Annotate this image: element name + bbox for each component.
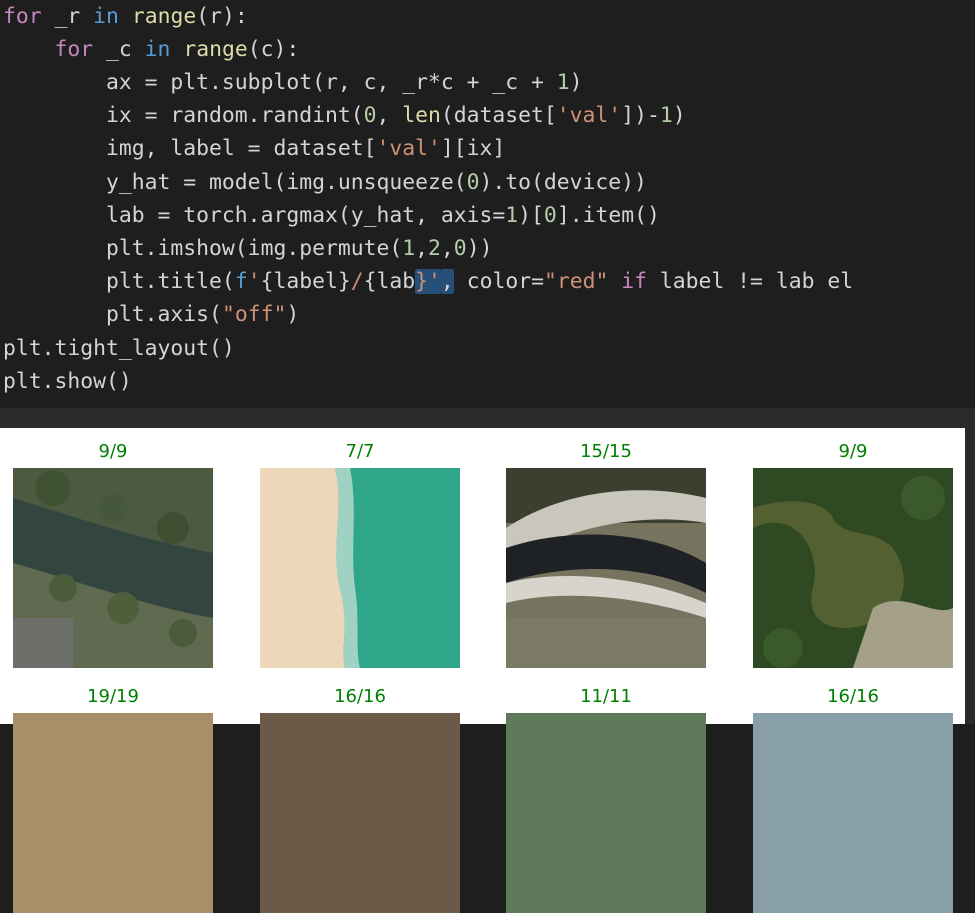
code-token: ) xyxy=(672,103,686,128)
code-token: _r xyxy=(41,4,94,29)
code-token: (c): xyxy=(247,37,300,62)
subplot-image xyxy=(506,713,706,913)
code-token: ' xyxy=(247,269,261,294)
code-token: , xyxy=(415,236,429,261)
code-token: "red" xyxy=(543,269,609,294)
code-line[interactable]: ix = random.randint(0, len(dataset['val'… xyxy=(3,99,686,132)
code-token: {lab xyxy=(363,269,416,294)
subplot-title: 9/9 xyxy=(838,441,868,462)
subplot-image xyxy=(753,713,953,913)
code-line[interactable]: img, label = dataset['val'][ix] xyxy=(3,132,505,165)
code-token: _c xyxy=(93,37,145,62)
code-token: ) xyxy=(286,302,300,327)
code-token: in xyxy=(93,4,119,29)
subplot-title: 7/7 xyxy=(345,441,375,462)
code-token: if xyxy=(621,269,648,294)
code-token: ][ix] xyxy=(440,136,506,161)
code-token: plt.imshow(img.permute( xyxy=(3,236,403,261)
subplot-image xyxy=(753,468,953,668)
code-token: 1 xyxy=(659,103,673,128)
code-token: 2 xyxy=(428,236,441,261)
code-token: plt.show() xyxy=(3,369,132,394)
code-line[interactable]: plt.show() xyxy=(3,365,132,398)
code-cell[interactable]: for _r in range(r): for _c in range(c): … xyxy=(0,0,975,408)
plot-output: 9/9 7/7 15/15 9/9 19/19 16/16 11/11 16/16 xyxy=(0,428,965,913)
cell-separator xyxy=(0,408,975,428)
code-token: 0 xyxy=(363,103,377,128)
subplot-image xyxy=(260,468,460,668)
code-token: range xyxy=(183,37,248,62)
output-scroll-gutter xyxy=(965,428,975,724)
code-token: img, label = dataset[ xyxy=(3,136,377,161)
code-line[interactable]: y_hat = model(img.unsqueeze(0).to(device… xyxy=(3,166,647,199)
code-line[interactable]: lab = torch.argmax(y_hat, axis=1)[0].ite… xyxy=(3,199,660,232)
subplot-title: 11/11 xyxy=(580,686,632,707)
code-token: {label} xyxy=(260,269,351,294)
code-line[interactable]: for _c in range(c): xyxy=(3,33,300,66)
code-line[interactable]: for _r in range(r): xyxy=(3,0,248,33)
code-token: for xyxy=(3,4,42,29)
code-token: plt.title( xyxy=(3,269,235,294)
code-token: in xyxy=(144,37,171,62)
code-token: ) xyxy=(569,70,583,95)
code-token: 0 xyxy=(466,170,480,195)
code-token: , xyxy=(440,236,454,261)
code-token: plt.tight_layout() xyxy=(3,336,235,361)
subplot-title: 16/16 xyxy=(334,686,386,707)
code-token: label != lab el xyxy=(647,269,854,294)
code-token: color= xyxy=(453,269,544,294)
code-line[interactable]: plt.axis("off") xyxy=(3,298,299,331)
code-token: }' xyxy=(415,269,441,294)
code-token: len xyxy=(402,103,441,128)
code-token: plt.axis( xyxy=(3,302,222,327)
subplot-image xyxy=(13,468,213,668)
code-token: ])- xyxy=(621,103,660,128)
code-token: "off" xyxy=(221,302,287,327)
code-token: 1 xyxy=(505,203,519,228)
code-token: y_hat = model(img.unsqueeze( xyxy=(3,170,467,195)
code-token: 1 xyxy=(556,70,570,95)
subplot-image xyxy=(506,468,706,668)
code-token: 0 xyxy=(543,203,557,228)
code-token: for xyxy=(54,37,94,62)
code-line[interactable]: ax = plt.subplot(r, c, _r*c + _c + 1) xyxy=(3,66,583,99)
code-token: )[ xyxy=(518,203,544,228)
code-token: 'val' xyxy=(556,103,622,128)
code-token: , xyxy=(440,269,454,294)
subplot-image xyxy=(13,713,213,913)
code-line[interactable]: plt.title(f'{label}/{lab}', color="red" … xyxy=(3,265,853,298)
code-token: (dataset[ xyxy=(440,103,557,128)
code-token: , xyxy=(376,103,403,128)
code-line[interactable]: plt.tight_layout() xyxy=(3,332,235,365)
code-token: 1 xyxy=(402,236,416,261)
code-token: ].item() xyxy=(556,203,660,228)
code-token: f xyxy=(234,269,248,294)
code-token: )) xyxy=(466,236,493,261)
subplot-image xyxy=(260,713,460,913)
code-token: (r): xyxy=(196,4,248,29)
code-token: ix = random.randint( xyxy=(3,103,364,128)
code-token: range xyxy=(131,4,197,29)
code-token: 'val' xyxy=(376,136,441,161)
code-token: ax = plt.subplot(r, c, _r*c + _c + xyxy=(3,70,557,95)
code-line[interactable]: plt.imshow(img.permute(1,2,0)) xyxy=(3,232,492,265)
subplot-title: 9/9 xyxy=(98,441,128,462)
code-token: lab = torch.argmax(y_hat, axis= xyxy=(3,203,506,228)
code-token: / xyxy=(350,269,364,294)
subplot-title: 15/15 xyxy=(580,441,632,462)
code-token: ).to(device)) xyxy=(479,170,647,195)
subplot-title: 19/19 xyxy=(87,686,139,707)
subplot-title: 16/16 xyxy=(827,686,879,707)
code-token: 0 xyxy=(453,236,467,261)
